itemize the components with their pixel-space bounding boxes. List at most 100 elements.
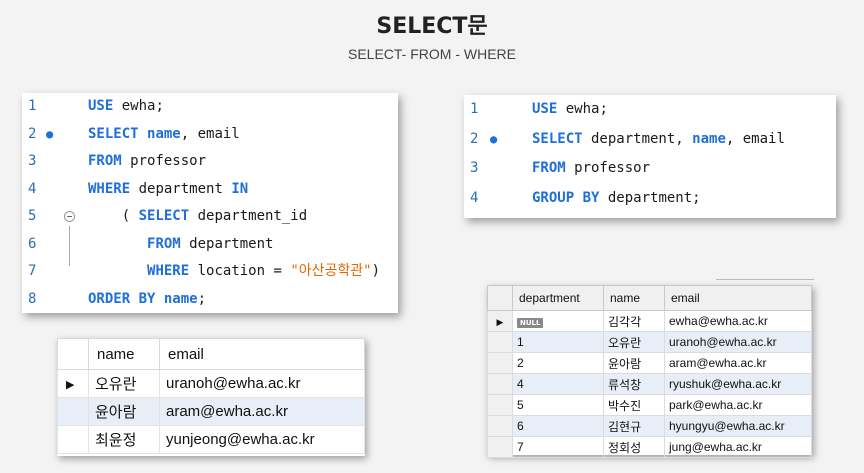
cell-email[interactable]: yunjeong@ewha.ac.kr bbox=[159, 425, 365, 454]
table-row[interactable]: 5 박수진 park@ewha.ac.kr bbox=[487, 394, 812, 416]
cell-name[interactable]: 정회성 bbox=[603, 436, 665, 458]
cell-department[interactable]: 6 bbox=[512, 415, 604, 437]
cell-name[interactable]: 오유란 bbox=[603, 331, 665, 353]
breakpoint-dot-icon[interactable]: ● bbox=[46, 121, 53, 149]
row-selector[interactable] bbox=[487, 394, 513, 416]
cell-email[interactable]: jung@ewha.ac.kr bbox=[664, 436, 812, 458]
cell-email[interactable]: uranoh@ewha.ac.kr bbox=[664, 331, 812, 353]
cell-email[interactable]: aram@ewha.ac.kr bbox=[664, 352, 812, 374]
code-token: , email bbox=[725, 130, 785, 147]
row-selector[interactable] bbox=[487, 415, 513, 437]
table-row[interactable]: 6 김현규 hyungyu@ewha.ac.kr bbox=[487, 415, 812, 437]
line-number: 7 bbox=[28, 263, 37, 279]
column-header-email[interactable]: email bbox=[159, 338, 365, 370]
row-selector[interactable] bbox=[57, 397, 89, 426]
cell-name[interactable]: 윤아람 bbox=[88, 397, 160, 426]
code-token: department bbox=[180, 235, 274, 252]
cell-email[interactable]: park@ewha.ac.kr bbox=[664, 394, 812, 416]
cell-email[interactable]: hyungyu@ewha.ac.kr bbox=[664, 415, 812, 437]
cell-department[interactable]: 4 bbox=[512, 373, 604, 395]
code-token: , email bbox=[180, 125, 240, 142]
code-token: ; bbox=[197, 290, 207, 307]
code-line[interactable]: 6 FROM department bbox=[22, 231, 398, 259]
line-number: 5 bbox=[28, 208, 37, 224]
code-text: USE ewha; bbox=[532, 95, 608, 125]
table-row[interactable]: 1 오유란 uranoh@ewha.ac.kr bbox=[487, 331, 812, 353]
page-title: SELECT문 bbox=[376, 14, 488, 39]
column-header-email[interactable]: email bbox=[664, 285, 812, 311]
collapse-fold-icon[interactable] bbox=[64, 211, 75, 222]
cell-name[interactable]: 류석창 bbox=[603, 373, 665, 395]
code-line[interactable]: 2 ● SELECT department, name, email bbox=[464, 125, 836, 155]
table-row[interactable]: 2 윤아람 aram@ewha.ac.kr bbox=[487, 352, 812, 374]
row-selector[interactable] bbox=[487, 436, 513, 458]
grid-header-row: name email bbox=[57, 338, 365, 370]
sql-editor-left[interactable]: 1 USE ewha; 2 ● SELECT name, email 3 FROM prof… bbox=[22, 93, 398, 313]
code-token: department bbox=[130, 180, 232, 197]
sql-keyword: FROM bbox=[147, 235, 181, 252]
code-line[interactable]: 3 FROM professor bbox=[464, 154, 836, 184]
sql-keyword: ORDER BY bbox=[88, 290, 156, 307]
table-row[interactable]: 최윤정 yunjeong@ewha.ac.kr bbox=[57, 425, 365, 454]
code-line[interactable]: 4 GROUP BY department; bbox=[464, 184, 836, 214]
null-badge: NULL bbox=[517, 318, 544, 328]
cell-name[interactable]: 윤아람 bbox=[603, 352, 665, 374]
cell-department[interactable]: 2 bbox=[512, 352, 604, 374]
table-row[interactable]: ▶ 오유란 uranoh@ewha.ac.kr bbox=[57, 369, 365, 398]
cell-department[interactable]: NULL bbox=[512, 310, 604, 332]
table-row[interactable]: ▶ NULL 김각각 ewha@ewha.ac.kr bbox=[487, 310, 812, 332]
sql-keyword: SELECT bbox=[88, 125, 139, 142]
cell-email[interactable]: ewha@ewha.ac.kr bbox=[664, 310, 812, 332]
row-selector[interactable] bbox=[487, 373, 513, 395]
cell-email[interactable]: aram@ewha.ac.kr bbox=[159, 397, 365, 426]
cell-name[interactable]: 김각각 bbox=[603, 310, 665, 332]
line-number: 2 bbox=[28, 125, 37, 142]
cell-department[interactable]: 1 bbox=[512, 331, 604, 353]
code-line[interactable]: 1 USE ewha; bbox=[22, 93, 398, 121]
sql-keyword: WHERE bbox=[147, 263, 190, 279]
table-row[interactable]: 4 류석창 ryushuk@ewha.ac.kr bbox=[487, 373, 812, 395]
row-selector[interactable]: ▶ bbox=[57, 369, 89, 398]
cell-department[interactable]: 7 bbox=[512, 436, 604, 458]
sql-keyword: name bbox=[163, 290, 198, 307]
cell-name[interactable]: 박수진 bbox=[603, 394, 665, 416]
breakpoint-dot-icon[interactable]: ● bbox=[490, 125, 497, 155]
code-line[interactable]: 2 ● SELECT name, email bbox=[22, 121, 398, 149]
row-selector-header[interactable] bbox=[487, 285, 513, 311]
line-number: 1 bbox=[28, 98, 37, 114]
cell-name[interactable]: 김현규 bbox=[603, 415, 665, 437]
code-line[interactable]: 8 ORDER BY name; bbox=[22, 286, 398, 314]
code-text: USE ewha; bbox=[88, 93, 164, 121]
row-selector-header[interactable] bbox=[57, 338, 89, 370]
code-line[interactable]: 1 USE ewha; bbox=[464, 95, 836, 125]
row-selector[interactable] bbox=[487, 352, 513, 374]
fold-guide-line bbox=[69, 226, 70, 266]
cell-email[interactable]: ryushuk@ewha.ac.kr bbox=[664, 373, 812, 395]
column-header-department[interactable]: department bbox=[512, 285, 604, 311]
cell-name[interactable]: 최윤정 bbox=[88, 425, 160, 454]
cell-department[interactable]: 5 bbox=[512, 394, 604, 416]
divider-line bbox=[716, 279, 814, 280]
row-selector[interactable]: ▶ bbox=[487, 310, 513, 332]
row-selector[interactable] bbox=[487, 331, 513, 353]
code-line[interactable]: 7 WHERE location = "아산공학관") bbox=[22, 258, 398, 286]
result-grid-right[interactable]: department name email ▶ NULL 김각각 ewha@ewha.… bbox=[487, 285, 812, 458]
sql-keyword: GROUP BY bbox=[532, 189, 600, 206]
result-grid-left[interactable]: name email ▶ 오유란 uranoh@ewha.ac.kr 윤아람 aram@… bbox=[57, 338, 365, 456]
cell-name[interactable]: 오유란 bbox=[88, 369, 160, 398]
code-line[interactable]: 5 ( SELECT department_id bbox=[22, 203, 398, 231]
code-line[interactable]: 4 WHERE department IN bbox=[22, 176, 398, 204]
cell-email[interactable]: uranoh@ewha.ac.kr bbox=[159, 369, 365, 398]
row-selector[interactable] bbox=[57, 425, 89, 454]
table-row[interactable]: 윤아람 aram@ewha.ac.kr bbox=[57, 397, 365, 426]
code-line[interactable]: 3 FROM professor bbox=[22, 148, 398, 176]
sql-editor-right[interactable]: 1 USE ewha; 2 ● SELECT department, name, ema… bbox=[464, 95, 836, 218]
sql-keyword: FROM bbox=[532, 160, 566, 176]
table-row[interactable]: 7 정회성 jung@ewha.ac.kr bbox=[487, 436, 812, 458]
sql-keyword: name bbox=[692, 130, 726, 147]
column-header-name[interactable]: name bbox=[88, 338, 160, 370]
sql-keyword: name bbox=[147, 125, 181, 142]
column-header-name[interactable]: name bbox=[603, 285, 665, 311]
